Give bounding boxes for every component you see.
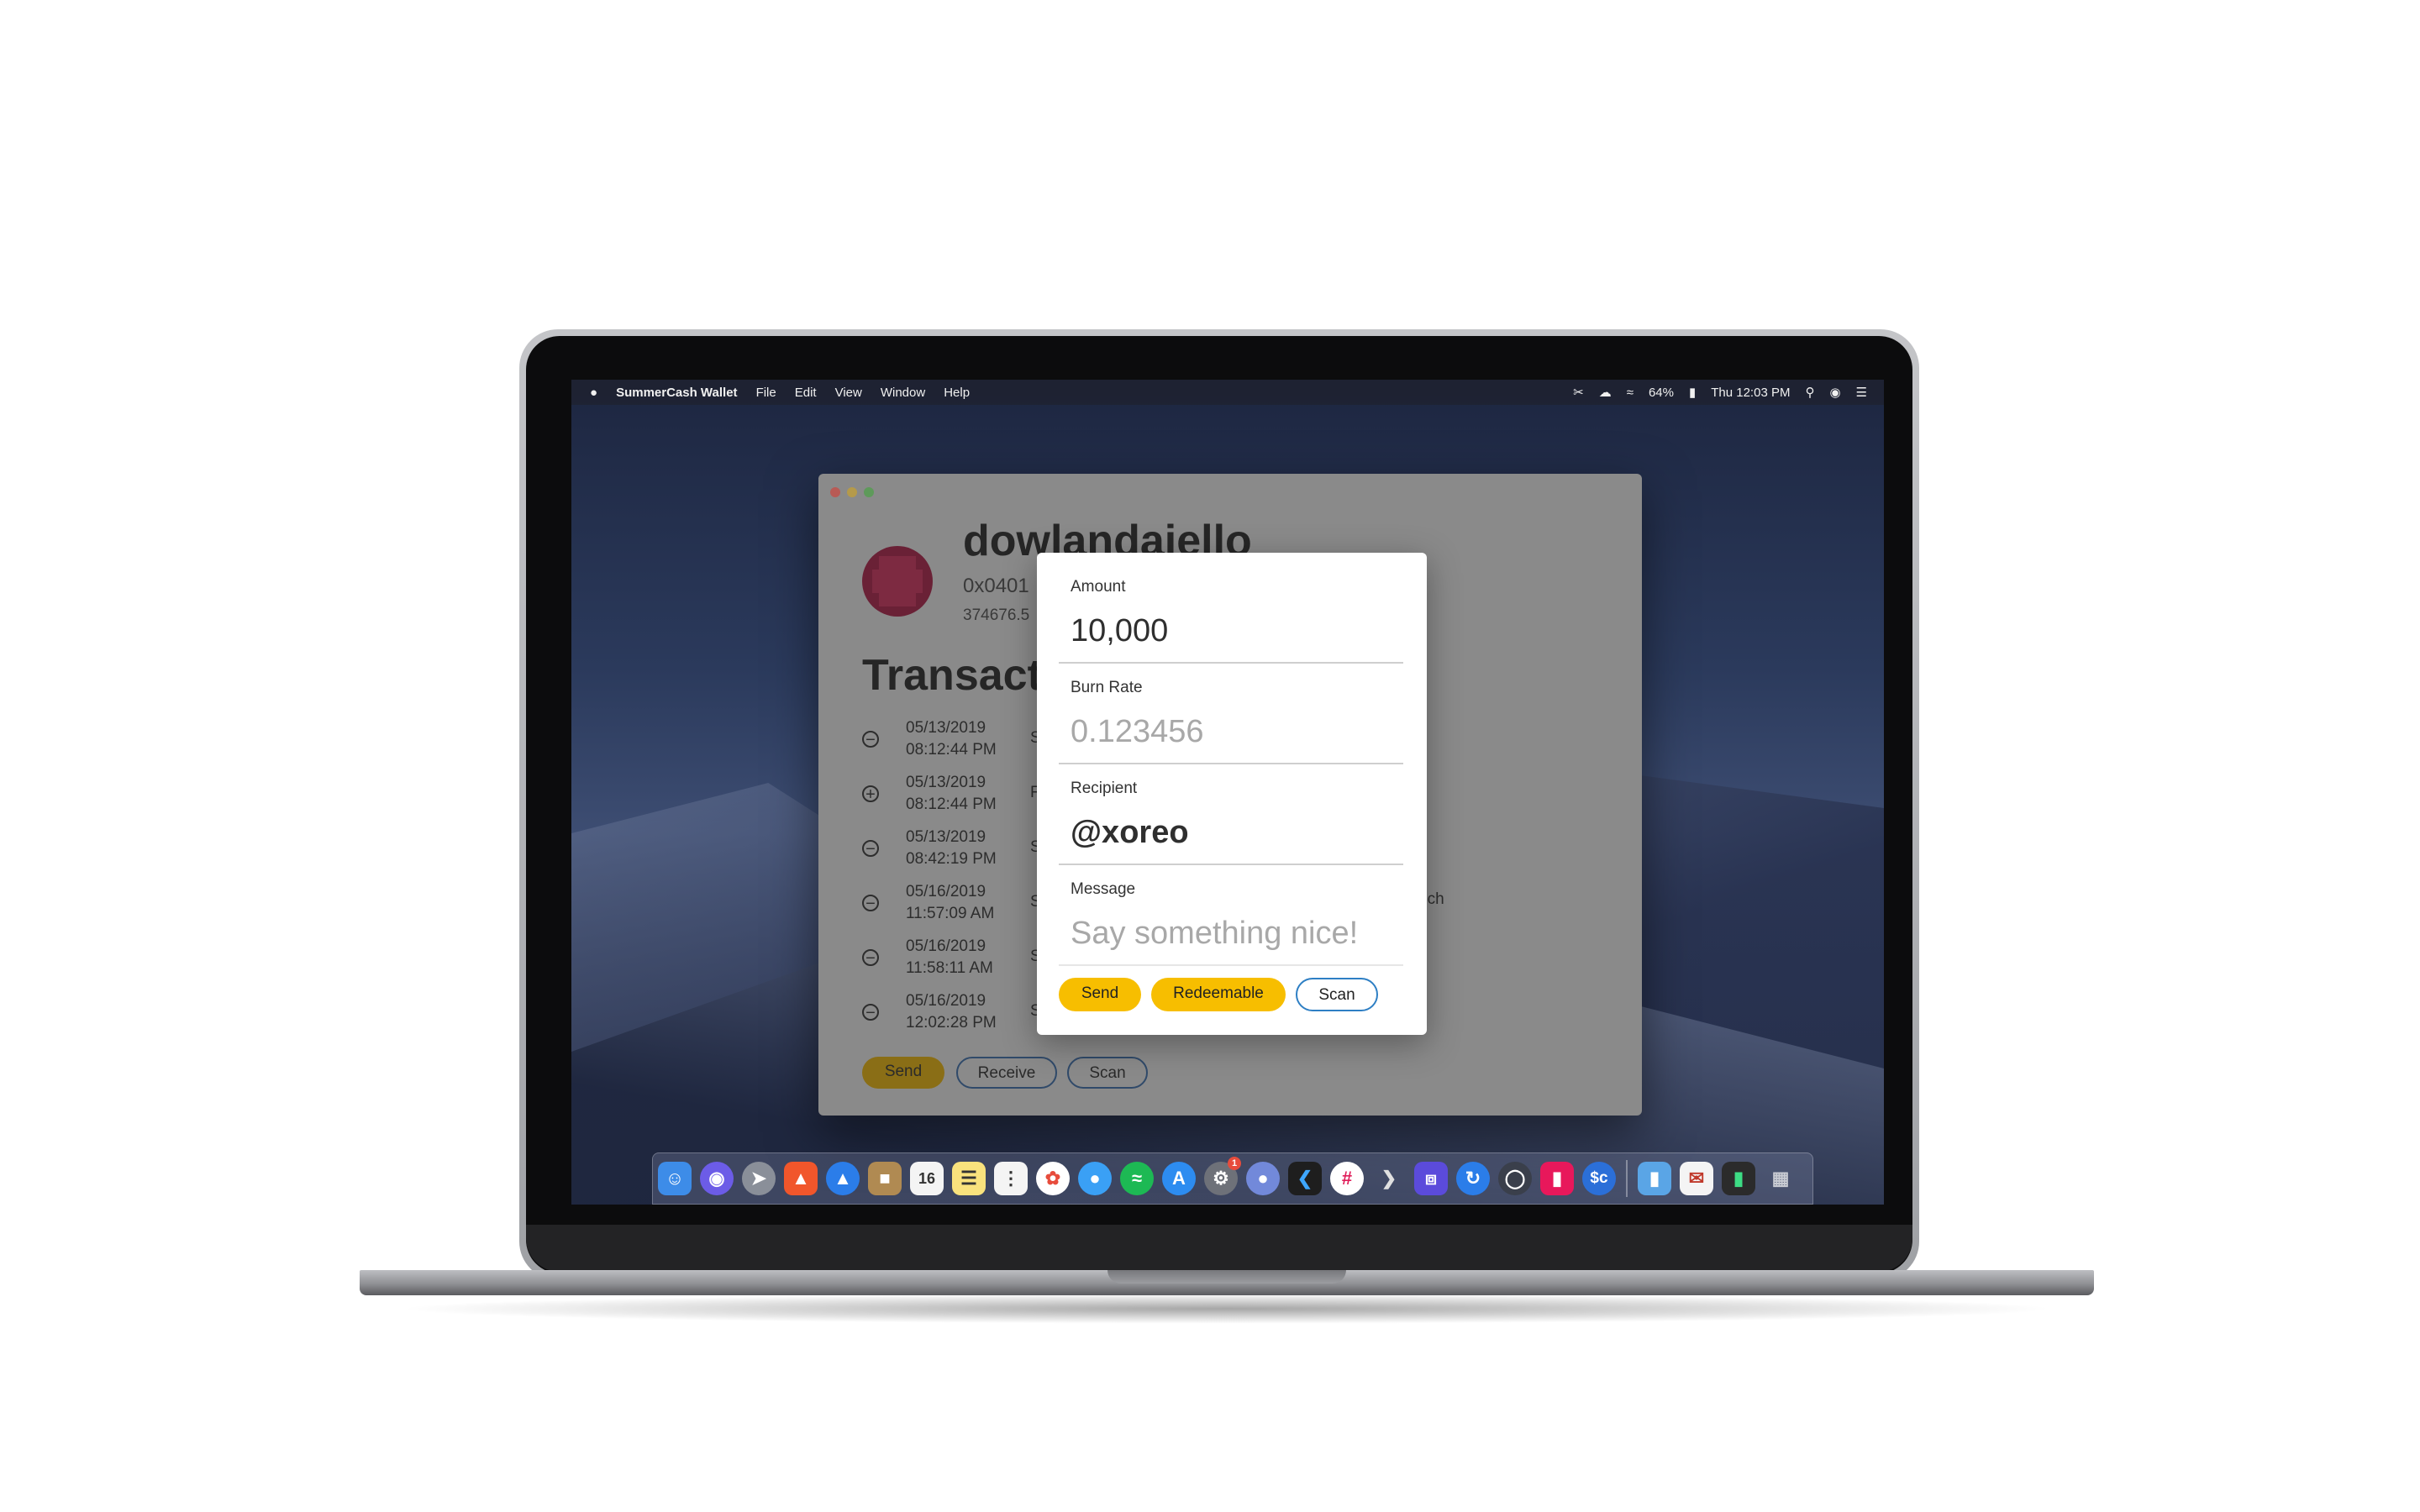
minus-circle-icon: −: [862, 731, 879, 748]
redeemable-button[interactable]: Redeemable: [1151, 978, 1286, 1011]
notification-center-icon[interactable]: ☰: [1856, 385, 1867, 400]
tx-time: 11:58:11 AM: [906, 959, 993, 977]
burn-rate-underline: [1059, 763, 1403, 764]
menu-edit[interactable]: Edit: [795, 386, 817, 400]
amount-label: Amount: [1071, 578, 1126, 596]
spotlight-icon[interactable]: ⚲: [1805, 385, 1814, 400]
clock[interactable]: Thu 12:03 PM: [1711, 386, 1790, 400]
sync-icon[interactable]: ↻: [1456, 1162, 1490, 1195]
arc-icon[interactable]: ▲: [826, 1162, 860, 1195]
terminal-icon[interactable]: ▮: [1722, 1162, 1755, 1195]
menu-extras: ✂ ☁ ≈ 64% ▮ Thu 12:03 PM ⚲ ◉ ☰: [1573, 380, 1867, 405]
tx-time: 08:12:44 PM: [906, 795, 997, 813]
recipient-underline: [1059, 864, 1403, 865]
tx-time: 08:42:19 PM: [906, 850, 997, 868]
amount-input[interactable]: 10,000: [1071, 613, 1168, 649]
modal-scan-button[interactable]: Scan: [1296, 978, 1378, 1011]
laptop-chin: [526, 1225, 1912, 1272]
apple-menu-icon[interactable]: ●: [590, 386, 597, 400]
amount-underline: [1059, 662, 1403, 664]
burn-rate-label: Burn Rate: [1071, 679, 1143, 696]
transactions-heading: Transact: [862, 651, 1042, 700]
tx-date: 05/13/2019: [906, 774, 986, 791]
zoom-icon[interactable]: [864, 487, 874, 497]
spotify-icon[interactable]: ≈: [1120, 1162, 1154, 1195]
message-input[interactable]: Say something nice!: [1071, 916, 1358, 952]
prefs-badge: 1: [1228, 1157, 1241, 1170]
recipient-input[interactable]: @xoreo: [1071, 815, 1189, 851]
notes-icon[interactable]: ☰: [952, 1162, 986, 1195]
minus-circle-icon: −: [862, 840, 879, 858]
laptop-notch: [1107, 1270, 1346, 1284]
tx-date: 05/13/2019: [906, 828, 986, 846]
menu-view[interactable]: View: [835, 386, 862, 400]
menu-help[interactable]: Help: [944, 386, 970, 400]
notes-box-icon[interactable]: ■: [868, 1162, 902, 1195]
send-modal: Amount 10,000 Burn Rate 0.123456 Recipie…: [1037, 553, 1427, 1035]
summercash-icon[interactable]: $c: [1582, 1162, 1616, 1195]
vpn-icon[interactable]: ◯: [1498, 1162, 1532, 1195]
tx-date: 05/16/2019: [906, 992, 986, 1010]
scan-button[interactable]: Scan: [1067, 1057, 1148, 1089]
dock: ☺ ◉ ➤ ▲ ▲ ■ 16 ☰ ⋮ ✿ ● ≈ A ⚙ 1 ● ❮ # ❯ ⧈…: [652, 1152, 1813, 1205]
receive-button[interactable]: Receive: [956, 1057, 1057, 1089]
minus-circle-icon: −: [862, 895, 879, 912]
screen: ● SummerCash Wallet File Edit View Windo…: [571, 380, 1884, 1205]
folder-icon[interactable]: ▮: [1638, 1162, 1671, 1195]
menu-app-name[interactable]: SummerCash Wallet: [616, 386, 738, 400]
slack-icon[interactable]: #: [1330, 1162, 1364, 1195]
finder-icon[interactable]: ☺: [658, 1162, 692, 1195]
app-store-icon[interactable]: A: [1162, 1162, 1196, 1195]
system-preferences-icon[interactable]: ⚙ 1: [1204, 1157, 1241, 1195]
tx-date: 05/16/2019: [906, 883, 986, 900]
menu-bar: ● SummerCash Wallet File Edit View Windo…: [571, 380, 1884, 405]
cloud-icon[interactable]: ☁: [1599, 385, 1612, 400]
tx-time: 08:12:44 PM: [906, 741, 997, 759]
tx-date: 05/16/2019: [906, 937, 986, 955]
calendar-icon[interactable]: 16: [910, 1162, 944, 1195]
close-icon[interactable]: [830, 487, 840, 497]
plus-circle-icon: +: [862, 785, 879, 803]
minus-circle-icon: −: [862, 1004, 879, 1021]
menu-window[interactable]: Window: [881, 386, 925, 400]
tx-date: 05/13/2019: [906, 719, 986, 737]
messages-icon[interactable]: ●: [1078, 1162, 1112, 1195]
battery-icon[interactable]: ▮: [1689, 385, 1696, 400]
minimize-icon[interactable]: [847, 487, 857, 497]
discord-icon[interactable]: ●: [1246, 1162, 1280, 1195]
message-underline: [1059, 964, 1403, 966]
message-label: Message: [1071, 880, 1136, 898]
trash-icon[interactable]: ▦: [1764, 1162, 1797, 1195]
battery-percent[interactable]: 64%: [1649, 386, 1674, 400]
modal-send-button[interactable]: Send: [1059, 978, 1141, 1011]
avatar: [862, 546, 933, 617]
launchpad-icon[interactable]: ➤: [742, 1162, 776, 1195]
tiles-icon[interactable]: ▮: [1540, 1162, 1574, 1195]
send-button[interactable]: Send: [862, 1057, 944, 1089]
wallet-balance: 374676.5: [963, 606, 1030, 624]
recipient-label: Recipient: [1071, 780, 1138, 797]
tx-time: 12:02:28 PM: [906, 1014, 997, 1032]
mail-icon[interactable]: ✉: [1680, 1162, 1713, 1195]
burn-rate-input[interactable]: 0.123456: [1071, 714, 1204, 750]
reminders-icon[interactable]: ⋮: [994, 1162, 1028, 1195]
wifi-icon[interactable]: ≈: [1627, 386, 1634, 400]
minus-circle-icon: −: [862, 949, 879, 967]
siri-icon[interactable]: ◉: [700, 1162, 734, 1195]
brave-icon[interactable]: ▲: [784, 1162, 818, 1195]
prompt-icon[interactable]: ❯: [1372, 1162, 1406, 1195]
scissors-icon[interactable]: ✂: [1573, 385, 1584, 400]
wallet-address: 0x0401: [963, 575, 1029, 597]
siri-menu-icon[interactable]: ◉: [1829, 385, 1840, 400]
menu-file[interactable]: File: [756, 386, 776, 400]
laptop-shadow: [395, 1294, 2059, 1324]
tx-time: 11:57:09 AM: [906, 905, 995, 922]
vscode-icon[interactable]: ❮: [1288, 1162, 1322, 1195]
photos-icon[interactable]: ✿: [1036, 1162, 1070, 1195]
dock-divider: [1626, 1160, 1628, 1197]
linear-icon[interactable]: ⧈: [1414, 1162, 1448, 1195]
